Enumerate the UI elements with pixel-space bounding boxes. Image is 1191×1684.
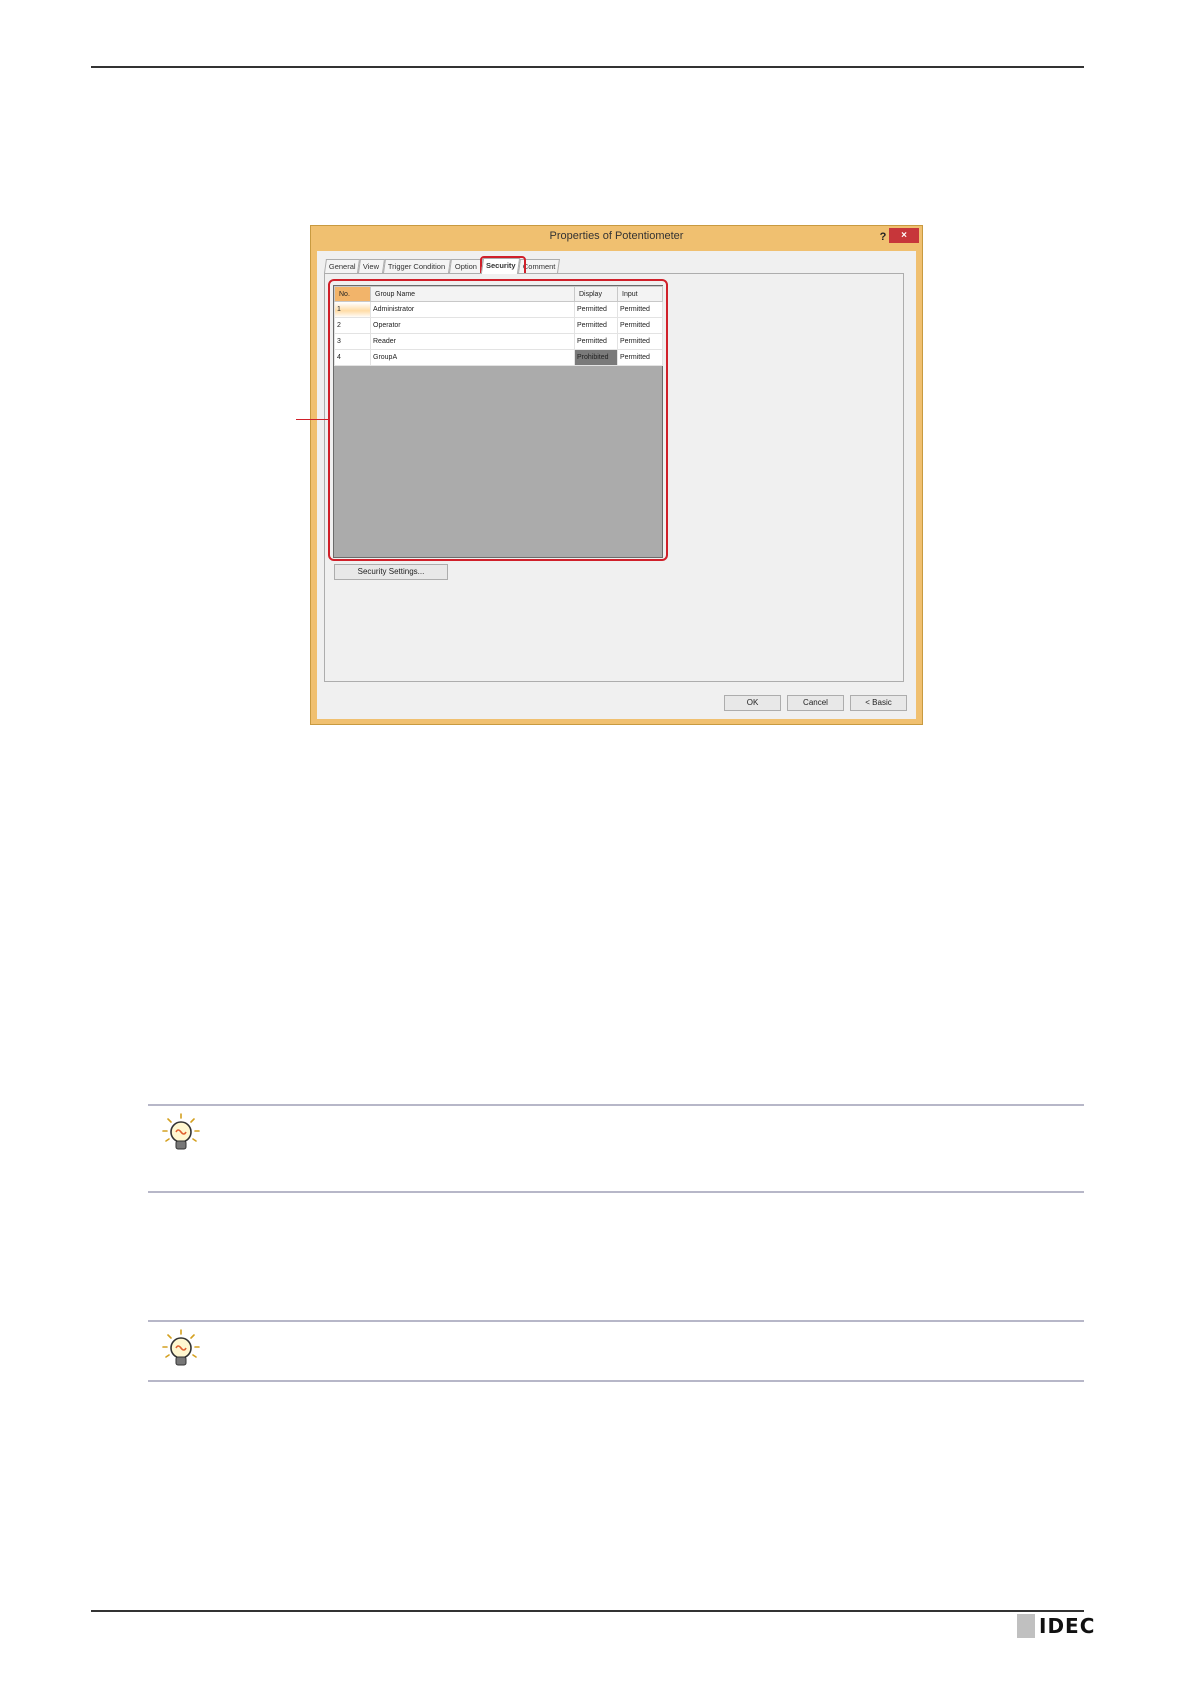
grid-highlight <box>328 279 668 561</box>
logo-mark <box>1017 1614 1035 1638</box>
tab-view[interactable]: View <box>358 259 385 273</box>
close-button[interactable]: × <box>889 228 919 243</box>
basic-button[interactable]: < Basic <box>850 695 907 711</box>
tab-security[interactable]: Security <box>480 258 521 274</box>
dialog-title: Properties of Potentiometer <box>549 230 684 242</box>
logo-text: IDEC <box>1039 1614 1096 1638</box>
lightbulb-icon <box>162 1113 200 1150</box>
note-rule-bottom <box>148 1191 1084 1193</box>
footer-rule <box>91 1610 1084 1612</box>
callout-line <box>296 419 328 420</box>
ok-button[interactable]: OK <box>724 695 781 711</box>
header-rule <box>91 66 1084 68</box>
cancel-button[interactable]: Cancel <box>787 695 844 711</box>
tab-option[interactable]: Option <box>449 259 483 273</box>
tab-trigger-condition[interactable]: Trigger Condition <box>383 259 451 273</box>
tab-general[interactable]: General <box>324 259 360 273</box>
lightbulb-icon <box>162 1329 200 1366</box>
note-rule-bottom <box>148 1380 1084 1382</box>
security-settings-button[interactable]: Security Settings... <box>334 564 448 580</box>
note-rule-top <box>148 1104 1084 1106</box>
note-rule-top <box>148 1320 1084 1322</box>
dialog-titlebar[interactable]: Properties of Potentiometer ? × <box>311 226 922 248</box>
